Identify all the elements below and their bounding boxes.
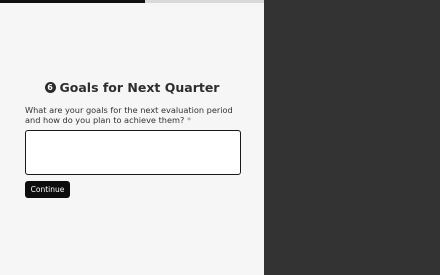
question-text: What are your goals for the next evaluat… (25, 105, 233, 125)
required-indicator: * (186, 115, 192, 125)
step-number-badge-icon: 6 (44, 82, 56, 93)
step-header: 6 Goals for Next Quarter (0, 80, 264, 95)
step-title: Goals for Next Quarter (59, 80, 220, 95)
continue-button[interactable]: Continue (25, 181, 70, 198)
side-panel (264, 0, 440, 275)
goals-answer-textarea[interactable] (25, 130, 241, 175)
question-label: What are your goals for the next evaluat… (25, 105, 243, 125)
